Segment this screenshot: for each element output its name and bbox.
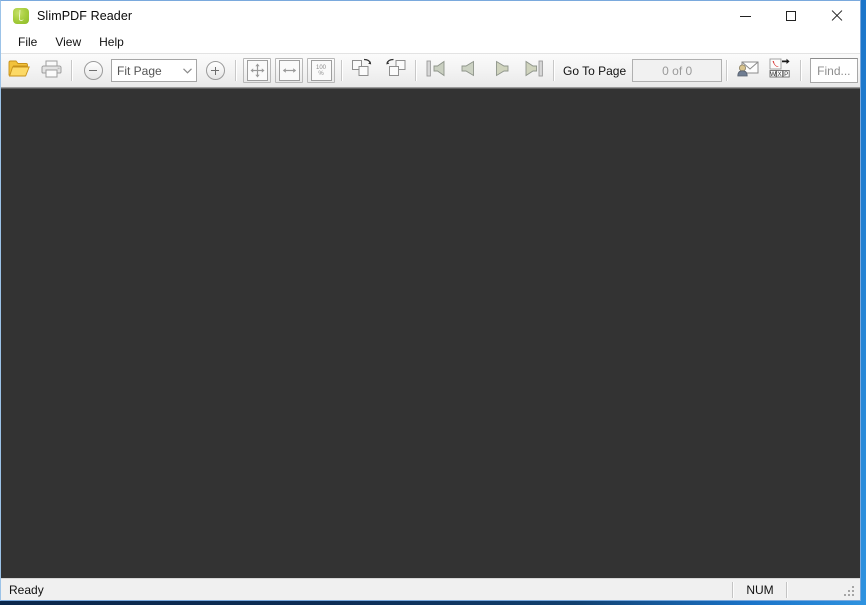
svg-text:X: X [778,70,782,77]
actual-size-button[interactable]: 100 % [306,56,336,85]
last-page-button[interactable] [517,56,549,85]
last-page-icon [522,59,544,83]
minimize-icon [739,15,751,17]
page-number-input[interactable]: 0 of 0 [632,59,723,82]
desktop-background: SlimPDF Reader File View Help Fit Page 1… [0,0,866,605]
zoom-level-value: Fit Page [117,63,162,78]
chevron-down-icon[interactable] [179,67,196,74]
toolbar-separator [726,60,729,81]
open-file-button[interactable] [4,56,34,85]
toolbar-separator [341,60,343,81]
previous-page-button[interactable] [453,56,485,85]
find-input[interactable]: Find... [810,58,858,83]
zoom-out-icon [83,61,103,80]
close-icon [831,10,843,22]
toolbar-separator [553,60,555,81]
minimize-button[interactable] [722,2,768,31]
status-message: Ready [9,582,44,597]
page-navigation-group [421,56,549,85]
print-button[interactable] [36,56,66,85]
fit-width-icon [275,58,303,83]
zoom-in-icon [205,61,225,80]
printer-icon [41,59,62,83]
toolbar-separator [235,60,237,81]
status-separator [786,581,788,598]
svg-text:P: P [784,70,788,77]
document-view-area[interactable] [1,88,860,578]
zoom-in-button[interactable] [200,56,230,85]
slimpdf-leaf-icon [13,8,29,24]
rotate-right-button[interactable] [348,56,378,85]
main-toolbar: Fit Page 100 % Go To Page 0 of 0 W X P F… [1,54,860,88]
window-title: SlimPDF Reader [37,9,133,23]
email-document-button[interactable] [733,56,763,85]
next-page-button[interactable] [485,56,517,85]
zoom-level-combobox[interactable]: Fit Page [111,59,197,82]
rotate-left-button[interactable] [380,56,410,85]
first-page-button[interactable] [421,56,453,85]
num-lock-indicator: NUM [746,582,774,597]
menu-item-help[interactable]: Help [90,32,133,52]
maximize-button[interactable] [768,2,814,31]
toolbar-separator [415,60,417,81]
find-placeholder: Find... [817,63,851,78]
actual-size-percent: % [318,70,324,77]
close-button[interactable] [814,2,860,31]
rotate-left-icon [383,58,407,83]
menu-bar: File View Help [1,31,860,54]
toolbar-separator [800,60,803,81]
resize-grip-icon[interactable] [842,582,858,598]
fit-width-button[interactable] [274,56,304,85]
first-page-icon [426,59,448,83]
menu-item-view[interactable]: View [46,32,90,52]
goto-page-label: Go To Page [563,63,627,78]
window-controls [722,2,860,31]
application-window: SlimPDF Reader File View Help Fit Page 1… [0,0,861,601]
fit-page-icon [243,58,271,83]
open-folder-icon [8,59,30,83]
fit-page-button[interactable] [242,56,272,85]
rotate-right-icon [351,58,375,83]
zoom-out-button[interactable] [78,56,108,85]
actual-size-icon: 100 % [307,58,335,83]
maximize-icon [786,11,796,21]
toolbar-separator [71,60,73,81]
title-bar: SlimPDF Reader [1,1,860,31]
convert-pdf-button[interactable]: W X P [765,56,795,85]
previous-page-icon [458,59,480,83]
convert-pdf-icon: W X P [768,58,792,84]
email-document-icon [736,59,760,83]
svg-text:W: W [770,70,776,77]
next-page-icon [490,59,512,83]
status-bar: Ready NUM [1,578,860,600]
menu-item-file[interactable]: File [9,32,46,52]
